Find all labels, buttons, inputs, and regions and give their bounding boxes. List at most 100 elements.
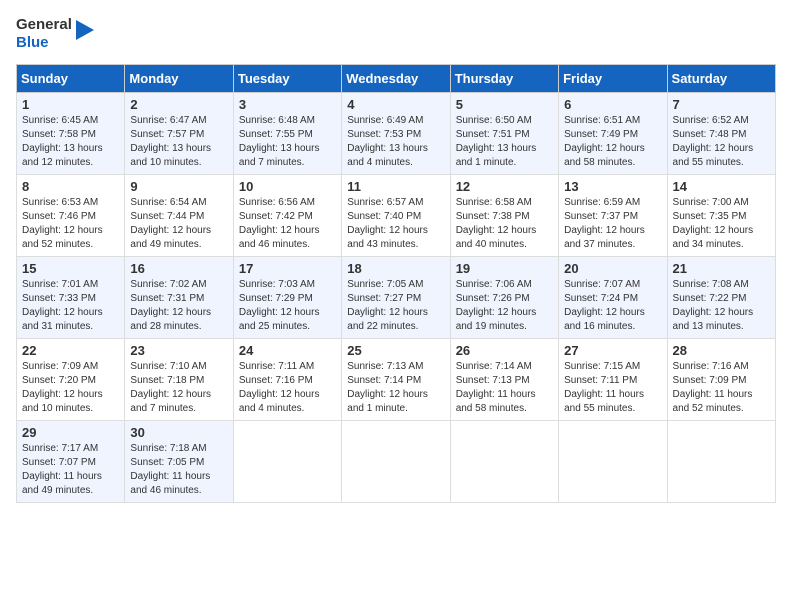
day-number: 1 <box>22 97 119 112</box>
day-info: Sunrise: 7:06 AM Sunset: 7:26 PM Dayligh… <box>456 278 553 334</box>
day-cell: 30Sunrise: 7:18 AM Sunset: 7:05 PM Dayli… <box>125 421 233 503</box>
day-info: Sunrise: 7:10 AM Sunset: 7:18 PM Dayligh… <box>130 360 227 416</box>
day-number: 9 <box>130 179 227 194</box>
day-info: Sunrise: 6:57 AM Sunset: 7:40 PM Dayligh… <box>347 196 444 252</box>
day-cell: 14 Sunrise: 7:00 AM Sunset: 7:35 PM Dayli… <box>667 175 775 257</box>
weekday-header-row: SundayMondayTuesdayWednesdayThursdayFrid… <box>17 65 776 93</box>
day-cell <box>233 421 341 503</box>
weekday-header-wednesday: Wednesday <box>342 65 450 93</box>
day-cell: 4 Sunrise: 6:49 AM Sunset: 7:53 PM Daylig… <box>342 93 450 175</box>
day-cell: 18 Sunrise: 7:05 AM Sunset: 7:27 PM Dayli… <box>342 257 450 339</box>
day-cell: 1 Sunrise: 6:45 AM Sunset: 7:58 PM Daylig… <box>17 93 125 175</box>
day-number: 29 <box>22 425 119 440</box>
day-info: Sunrise: 6:59 AM Sunset: 7:37 PM Dayligh… <box>564 196 661 252</box>
day-info: Sunrise: 7:16 AM Sunset: 7:09 PM Dayligh… <box>673 360 770 416</box>
day-number: 17 <box>239 261 336 276</box>
logo-wordmark: General Blue <box>16 16 72 52</box>
day-number: 7 <box>673 97 770 112</box>
day-number: 5 <box>456 97 553 112</box>
day-number: 13 <box>564 179 661 194</box>
day-info: Sunrise: 6:53 AM Sunset: 7:46 PM Dayligh… <box>22 196 119 252</box>
weekday-header-friday: Friday <box>559 65 667 93</box>
day-cell <box>342 421 450 503</box>
weekday-header-thursday: Thursday <box>450 65 558 93</box>
day-cell: 21 Sunrise: 7:08 AM Sunset: 7:22 PM Dayli… <box>667 257 775 339</box>
calendar-body: 1 Sunrise: 6:45 AM Sunset: 7:58 PM Daylig… <box>17 93 776 503</box>
day-info: Sunrise: 7:07 AM Sunset: 7:24 PM Dayligh… <box>564 278 661 334</box>
day-number: 15 <box>22 261 119 276</box>
day-number: 23 <box>130 343 227 358</box>
day-cell: 3Sunrise: 6:48 AM Sunset: 7:55 PM Daylig… <box>233 93 341 175</box>
weekday-header-saturday: Saturday <box>667 65 775 93</box>
day-info: Sunrise: 6:56 AM Sunset: 7:42 PM Dayligh… <box>239 196 336 252</box>
day-number: 16 <box>130 261 227 276</box>
day-cell: 15 Sunrise: 7:01 AM Sunset: 7:33 PM Dayli… <box>17 257 125 339</box>
day-cell <box>559 421 667 503</box>
day-cell: 8Sunrise: 6:53 AM Sunset: 7:46 PM Daylig… <box>17 175 125 257</box>
day-number: 6 <box>564 97 661 112</box>
day-info: Sunrise: 6:54 AM Sunset: 7:44 PM Dayligh… <box>130 196 227 252</box>
day-cell: 24 Sunrise: 7:11 AM Sunset: 7:16 PM Dayli… <box>233 339 341 421</box>
day-info: Sunrise: 6:58 AM Sunset: 7:38 PM Dayligh… <box>456 196 553 252</box>
day-cell: 10 Sunrise: 6:56 AM Sunset: 7:42 PM Dayli… <box>233 175 341 257</box>
day-info: Sunrise: 7:09 AM Sunset: 7:20 PM Dayligh… <box>22 360 119 416</box>
day-info: Sunrise: 6:51 AM Sunset: 7:49 PM Dayligh… <box>564 114 661 170</box>
day-number: 24 <box>239 343 336 358</box>
day-cell: 27Sunrise: 7:15 AM Sunset: 7:11 PM Dayli… <box>559 339 667 421</box>
day-info: Sunrise: 7:15 AM Sunset: 7:11 PM Dayligh… <box>564 360 661 416</box>
day-info: Sunrise: 7:01 AM Sunset: 7:33 PM Dayligh… <box>22 278 119 334</box>
day-info: Sunrise: 7:11 AM Sunset: 7:16 PM Dayligh… <box>239 360 336 416</box>
day-cell: 9 Sunrise: 6:54 AM Sunset: 7:44 PM Daylig… <box>125 175 233 257</box>
day-number: 26 <box>456 343 553 358</box>
day-info: Sunrise: 7:14 AM Sunset: 7:13 PM Dayligh… <box>456 360 553 416</box>
day-cell: 12 Sunrise: 6:58 AM Sunset: 7:38 PM Dayli… <box>450 175 558 257</box>
day-number: 21 <box>673 261 770 276</box>
day-cell: 22 Sunrise: 7:09 AM Sunset: 7:20 PM Dayli… <box>17 339 125 421</box>
day-number: 18 <box>347 261 444 276</box>
day-cell <box>667 421 775 503</box>
day-info: Sunrise: 6:52 AM Sunset: 7:48 PM Dayligh… <box>673 114 770 170</box>
day-info: Sunrise: 7:13 AM Sunset: 7:14 PM Dayligh… <box>347 360 444 416</box>
day-cell: 5 Sunrise: 6:50 AM Sunset: 7:51 PM Daylig… <box>450 93 558 175</box>
weekday-header-tuesday: Tuesday <box>233 65 341 93</box>
day-cell: 23 Sunrise: 7:10 AM Sunset: 7:18 PM Dayli… <box>125 339 233 421</box>
day-cell: 2 Sunrise: 6:47 AM Sunset: 7:57 PM Daylig… <box>125 93 233 175</box>
day-number: 2 <box>130 97 227 112</box>
day-number: 19 <box>456 261 553 276</box>
day-info: Sunrise: 7:00 AM Sunset: 7:35 PM Dayligh… <box>673 196 770 252</box>
logo-flag-icon <box>76 20 96 48</box>
day-number: 25 <box>347 343 444 358</box>
day-info: Sunrise: 6:50 AM Sunset: 7:51 PM Dayligh… <box>456 114 553 170</box>
day-number: 12 <box>456 179 553 194</box>
day-info: Sunrise: 7:18 AM Sunset: 7:05 PM Dayligh… <box>130 442 227 498</box>
week-row-1: 1 Sunrise: 6:45 AM Sunset: 7:58 PM Daylig… <box>17 93 776 175</box>
day-cell: 29Sunrise: 7:17 AM Sunset: 7:07 PM Dayli… <box>17 421 125 503</box>
weekday-header-monday: Monday <box>125 65 233 93</box>
day-number: 14 <box>673 179 770 194</box>
day-info: Sunrise: 7:02 AM Sunset: 7:31 PM Dayligh… <box>130 278 227 334</box>
day-cell: 20 Sunrise: 7:07 AM Sunset: 7:24 PM Dayli… <box>559 257 667 339</box>
day-info: Sunrise: 6:47 AM Sunset: 7:57 PM Dayligh… <box>130 114 227 170</box>
week-row-2: 8Sunrise: 6:53 AM Sunset: 7:46 PM Daylig… <box>17 175 776 257</box>
day-info: Sunrise: 7:05 AM Sunset: 7:27 PM Dayligh… <box>347 278 444 334</box>
day-cell: 28Sunrise: 7:16 AM Sunset: 7:09 PM Dayli… <box>667 339 775 421</box>
day-info: Sunrise: 7:03 AM Sunset: 7:29 PM Dayligh… <box>239 278 336 334</box>
logo: General Blue <box>16 16 96 52</box>
day-info: Sunrise: 7:08 AM Sunset: 7:22 PM Dayligh… <box>673 278 770 334</box>
day-cell: 17 Sunrise: 7:03 AM Sunset: 7:29 PM Dayli… <box>233 257 341 339</box>
day-info: Sunrise: 6:45 AM Sunset: 7:58 PM Dayligh… <box>22 114 119 170</box>
day-cell: 19 Sunrise: 7:06 AM Sunset: 7:26 PM Dayli… <box>450 257 558 339</box>
weekday-header-sunday: Sunday <box>17 65 125 93</box>
day-number: 20 <box>564 261 661 276</box>
day-number: 10 <box>239 179 336 194</box>
day-number: 22 <box>22 343 119 358</box>
day-cell: 11Sunrise: 6:57 AM Sunset: 7:40 PM Dayli… <box>342 175 450 257</box>
day-cell <box>450 421 558 503</box>
day-info: Sunrise: 6:49 AM Sunset: 7:53 PM Dayligh… <box>347 114 444 170</box>
page-header: General Blue <box>16 16 776 52</box>
day-number: 4 <box>347 97 444 112</box>
day-cell: 16 Sunrise: 7:02 AM Sunset: 7:31 PM Dayli… <box>125 257 233 339</box>
week-row-5: 29Sunrise: 7:17 AM Sunset: 7:07 PM Dayli… <box>17 421 776 503</box>
day-info: Sunrise: 6:48 AM Sunset: 7:55 PM Dayligh… <box>239 114 336 170</box>
day-cell: 13 Sunrise: 6:59 AM Sunset: 7:37 PM Dayli… <box>559 175 667 257</box>
